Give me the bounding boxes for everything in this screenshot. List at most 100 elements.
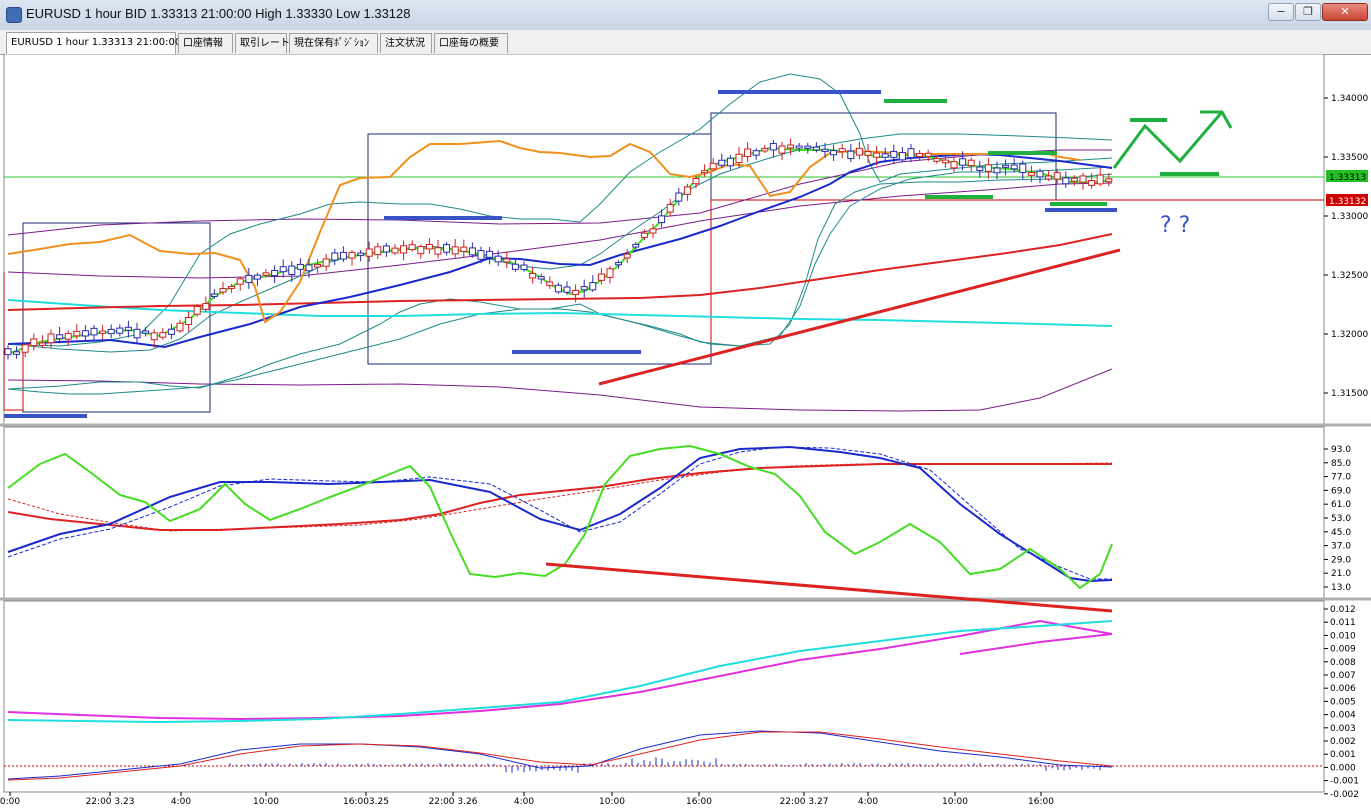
candle-body	[99, 330, 107, 334]
macd-tick-label: 0.005	[1330, 697, 1356, 707]
candle-body	[580, 286, 588, 291]
candle-body	[967, 159, 975, 167]
time-tick-label: 10:00	[253, 797, 279, 807]
candle-body	[606, 268, 614, 278]
tab-open-positions[interactable]: 現在保有ﾎﾟｼﾞｼｮﾝ	[289, 33, 378, 53]
candle-body	[1079, 175, 1087, 183]
candle-body	[666, 204, 674, 213]
price-tick-label: 1.33500	[1331, 153, 1368, 163]
candle-body	[477, 250, 485, 260]
candle-body	[864, 151, 872, 156]
close-button[interactable]: ✕	[1322, 3, 1368, 21]
candle-body	[795, 145, 803, 149]
candle-body	[683, 186, 691, 195]
bid-price-marker: 1.33313	[1329, 173, 1366, 183]
time-tick-label: 0:00	[0, 797, 20, 807]
price-tick-label: 1.32500	[1331, 271, 1368, 281]
macd-tick-label: 0.009	[1330, 645, 1356, 655]
candle-body	[1036, 170, 1044, 178]
time-tick-label: 10:00	[942, 797, 968, 807]
tab-order-status[interactable]: 注文状況	[380, 33, 432, 53]
candle-body	[262, 272, 270, 276]
oscillator-tick-label: 13.0	[1331, 583, 1351, 593]
question-marks: ? ?	[1160, 213, 1190, 238]
candle-body	[984, 164, 992, 172]
candle-body	[124, 326, 132, 331]
candle-body	[692, 178, 700, 185]
time-tick-label: 10:00	[599, 797, 625, 807]
candle-body	[219, 287, 227, 293]
candle-body	[520, 264, 528, 270]
tab-account-summary-label: 口座毎の概要	[439, 38, 499, 49]
candle-body	[649, 228, 657, 234]
macd-panel[interactable]	[3, 600, 1325, 793]
macd-tick-label: 0.007	[1330, 671, 1356, 681]
macd-tick-label: 0.011	[1330, 618, 1356, 628]
candle-body	[589, 282, 597, 291]
tab-order-status-label: 注文状況	[385, 38, 425, 49]
oscillator-tick-label: 69.0	[1331, 486, 1351, 496]
candle-body	[658, 215, 666, 224]
candle-body	[382, 245, 390, 253]
candle-body	[73, 330, 81, 337]
time-tick-label: 22:00 3.27	[780, 797, 829, 807]
candle-body	[400, 245, 408, 254]
candle-body	[554, 284, 562, 293]
chart-area[interactable]: ? ? 1.340001.335001.330001.325001.320001…	[0, 54, 1371, 812]
candle-body	[90, 327, 98, 336]
tab-account-summary[interactable]: 口座毎の概要	[434, 33, 508, 53]
candle-body	[993, 167, 1001, 174]
candle-body	[632, 243, 640, 248]
candle-body	[744, 148, 752, 158]
tab-trading-rates[interactable]: 取引レート	[235, 33, 290, 53]
candle-body	[563, 286, 571, 293]
minimize-button[interactable]: −	[1268, 3, 1294, 21]
tab-chart[interactable]: EURUSD 1 hour 1.33313 21:00:00	[6, 32, 181, 54]
candle-body	[56, 334, 64, 340]
oscillator-tick-label: 45.0	[1331, 528, 1351, 538]
candle-body	[830, 150, 838, 156]
candle-body	[1062, 177, 1070, 185]
candle-body	[434, 247, 442, 255]
candle-body	[950, 161, 958, 169]
candle-body	[787, 144, 795, 149]
macd-tick-label: 0.002	[1330, 737, 1356, 747]
candle-body	[881, 153, 889, 158]
candle-body	[245, 274, 253, 284]
candle-body	[228, 285, 236, 289]
candle-body	[1045, 175, 1053, 180]
price-panel[interactable]	[3, 54, 1325, 426]
macd-tick-label: 0.003	[1330, 724, 1356, 734]
price-level-marker: 1.33132	[1329, 197, 1366, 207]
candle-body	[1096, 174, 1104, 185]
candle-body	[752, 150, 760, 156]
candle-body	[1002, 164, 1010, 168]
candle-body	[709, 162, 717, 170]
time-tick-label: 16:00	[1028, 797, 1054, 807]
candle-body	[417, 246, 425, 255]
candle-body	[933, 158, 941, 162]
time-tick-label: 4:00	[858, 797, 878, 807]
candle-body	[107, 328, 115, 335]
time-tick-label: 16:00	[686, 797, 712, 807]
restore-button[interactable]: ❐	[1295, 3, 1321, 21]
candle-body	[460, 246, 468, 252]
price-axis: 1.34000 1.33500 1.33000 1.32500 1.32000 1.315…	[1324, 94, 1368, 399]
candle-body	[890, 150, 898, 158]
candle-body	[1053, 172, 1061, 180]
candle-body	[185, 317, 193, 325]
tab-open-positions-label: 現在保有ﾎﾟｼﾞｼｮﾝ	[294, 38, 369, 49]
candle-body	[339, 251, 347, 260]
candle-body	[150, 332, 158, 341]
candle-body	[305, 264, 313, 272]
candle-body	[898, 152, 906, 161]
oscillator-tick-label: 61.0	[1331, 500, 1351, 510]
macd-axis: 0.012 0.011 0.010 0.009 0.008 0.007 0.006 0.005…	[1324, 605, 1359, 800]
candle-body	[4, 348, 12, 356]
candle-body	[443, 244, 451, 253]
candle-body	[640, 232, 648, 238]
time-tick-label: 22:00 3.26	[429, 797, 478, 807]
candle-body	[1010, 164, 1018, 170]
oscillator-tick-label: 53.0	[1331, 514, 1351, 524]
tab-account-info[interactable]: 口座情報	[178, 33, 233, 53]
